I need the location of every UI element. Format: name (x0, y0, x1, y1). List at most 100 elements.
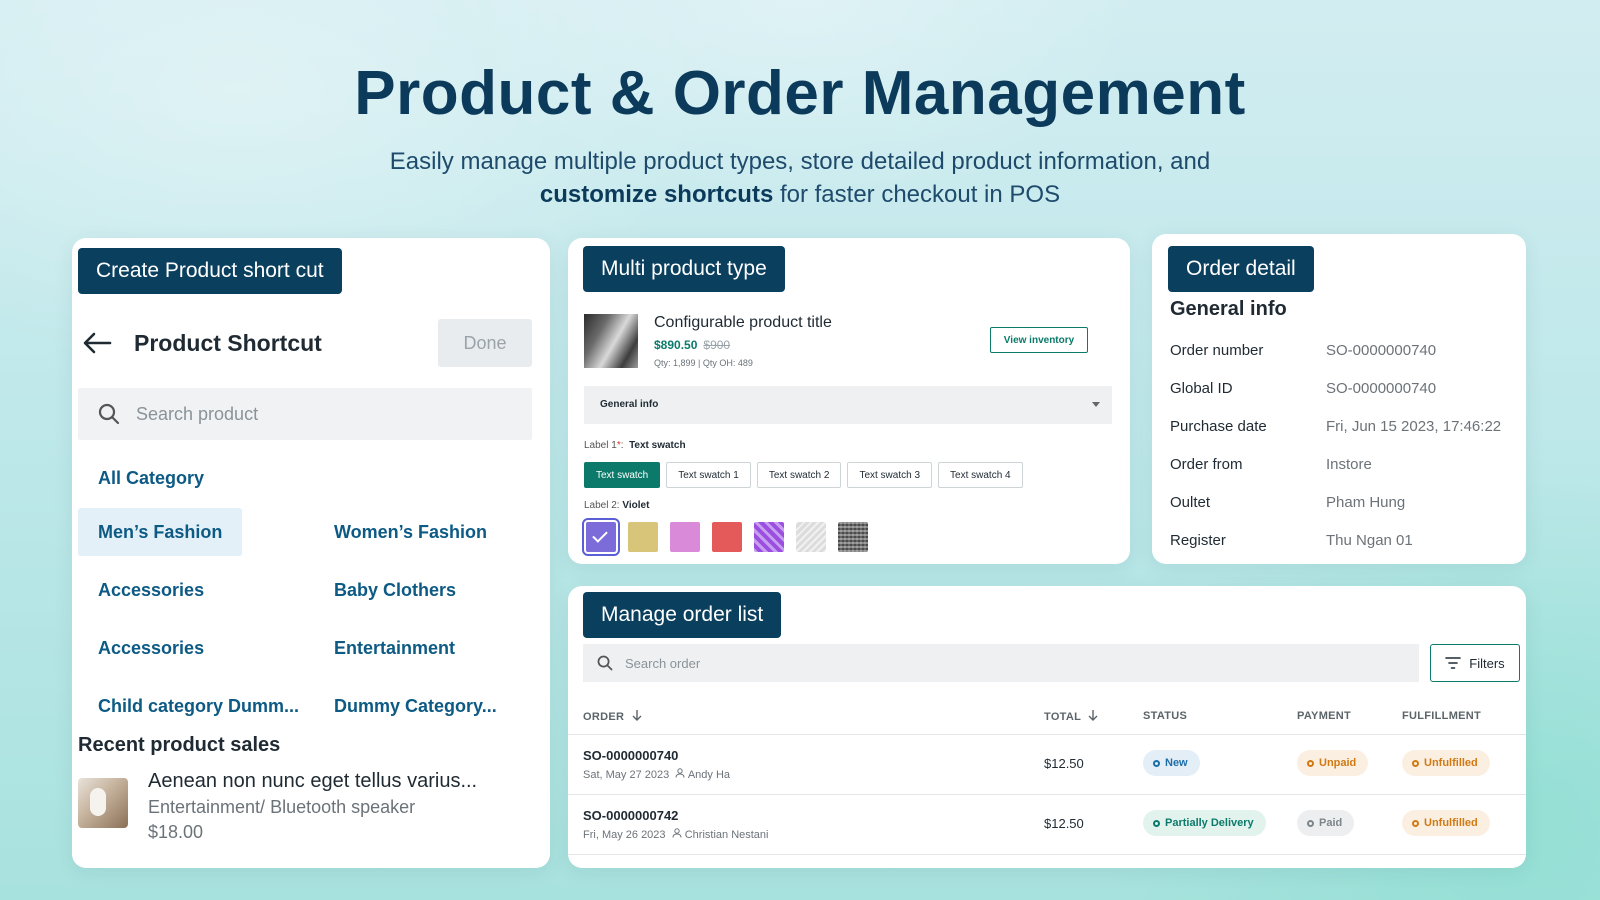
order-user: Andy Ha (687, 769, 731, 781)
create-shortcut-tag: Create Product short cut (78, 248, 342, 294)
category-accessories-2[interactable]: Accessories (78, 624, 224, 672)
th-fulfillment: FULFILLMENT (1402, 710, 1482, 722)
order-meta: Fri, May 26 2023 Christian Nestani (583, 828, 769, 841)
multi-product-tag: Multi product type (583, 246, 785, 292)
color-swatch-silver[interactable] (796, 522, 826, 552)
text-swatch-4[interactable]: Text swatch 4 (938, 462, 1023, 488)
od-value: SO-0000000740 (1326, 380, 1437, 397)
category-accessories[interactable]: Accessories (78, 566, 224, 614)
recent-product-item[interactable]: Aenean non nunc eget tellus varius... En… (78, 770, 540, 850)
payment-text: Paid (1319, 817, 1343, 829)
text-swatch-2[interactable]: Text swatch 2 (756, 462, 842, 488)
user-icon (672, 828, 682, 838)
label2-value: Violet (622, 500, 650, 511)
arrow-down-icon (632, 710, 642, 721)
color-swatch-khaki[interactable] (628, 522, 658, 552)
order-date: Fri, May 26 2023 (583, 829, 666, 841)
text-swatch-1[interactable]: Text swatch 1 (666, 462, 751, 488)
row-divider (568, 734, 1526, 735)
order-id[interactable]: SO-0000000742 (583, 808, 678, 823)
filter-icon (1445, 657, 1462, 669)
hero: Product & Order Management Easily manage… (0, 58, 1600, 211)
color-swatch-red[interactable] (712, 522, 742, 552)
fulfillment-text: Unfulfilled (1424, 817, 1478, 829)
status-dot-icon (1307, 760, 1314, 767)
od-row-order-from: Order from Instore (1170, 456, 1510, 473)
row-divider (568, 794, 1526, 795)
status-text: New (1165, 757, 1188, 769)
status-dot-icon (1412, 760, 1419, 767)
label1: Label 1*: Text swatch (584, 440, 686, 451)
od-value: Thu Ngan 01 (1326, 532, 1413, 549)
order-search-box (583, 644, 1419, 682)
status-dot-icon (1153, 820, 1160, 827)
product-current-price: $890.50 (654, 338, 698, 352)
subtitle-rest: for faster checkout in POS (773, 181, 1061, 208)
status-dot-icon (1412, 820, 1419, 827)
text-swatch-row: Text swatch Text swatch 1 Text swatch 2 … (584, 462, 1023, 488)
label1-value: Text swatch (629, 440, 686, 451)
status-dot-icon (1153, 760, 1160, 767)
text-swatch-3[interactable]: Text swatch 3 (847, 462, 933, 488)
product-search-input[interactable] (136, 403, 436, 425)
od-row-global-id: Global ID SO-0000000740 (1170, 380, 1510, 397)
label1-required: * (616, 440, 621, 451)
filters-button[interactable]: Filters (1430, 644, 1520, 682)
back-arrow-icon[interactable] (82, 331, 112, 355)
shortcut-title: Product Shortcut (134, 329, 322, 356)
th-payment: PAYMENT (1297, 710, 1352, 722)
row-divider (568, 854, 1526, 855)
order-general-info-title: General info (1170, 298, 1287, 320)
order-date: Sat, May 27 2023 (583, 769, 670, 781)
od-key: Purchase date (1170, 418, 1267, 435)
shortcut-header: Product Shortcut Done (80, 318, 532, 368)
order-detail-card: Order detail General info Order number S… (1152, 234, 1526, 564)
order-search-input[interactable] (625, 655, 1025, 671)
recent-product-price: $18.00 (148, 822, 204, 842)
color-swatch-gray-pattern[interactable] (838, 522, 868, 552)
color-swatch-purple-pattern[interactable] (754, 522, 784, 552)
text-swatch-0[interactable]: Text swatch (584, 462, 661, 488)
od-key: Order number (1170, 342, 1264, 359)
product-shortcut-card: Create Product short cut Product Shortcu… (72, 238, 550, 868)
label2-name: Label 2: (584, 500, 620, 511)
product-qty: Qty: 1,899 | Qty OH: 489 (654, 358, 753, 368)
od-key: Order from (1170, 456, 1243, 473)
od-value: Fri, Jun 15 2023, 17:46:22 (1326, 418, 1502, 435)
status-text: Partially Delivery (1165, 817, 1254, 829)
recent-product-category: Entertainment/ Bluetooth speaker (148, 797, 416, 817)
fulfillment-badge: Unfulfilled (1402, 750, 1490, 776)
th-total[interactable]: TOTAL (1044, 710, 1098, 723)
category-womens-fashion[interactable]: Women’s Fashion (314, 508, 507, 556)
color-swatch-pink[interactable] (670, 522, 700, 552)
category-dummy[interactable]: Dummy Category... (314, 682, 517, 730)
od-row-order-number: Order number SO-0000000740 (1170, 342, 1510, 359)
order-id[interactable]: SO-0000000740 (583, 748, 678, 763)
category-mens-fashion[interactable]: Men’s Fashion (78, 508, 243, 556)
done-button[interactable]: Done (438, 319, 532, 367)
od-value: Instore (1326, 456, 1372, 473)
view-inventory-button[interactable]: View inventory (990, 327, 1088, 353)
od-key: Oultet (1170, 494, 1211, 511)
color-swatch-violet[interactable] (582, 518, 620, 556)
category-baby-clothers[interactable]: Baby Clothers (314, 566, 476, 614)
category-child-dummy[interactable]: Child category Dumm... (78, 682, 319, 730)
subtitle-line1: Easily manage multiple product types, st… (389, 148, 1211, 175)
product-price: $890.50 $900 (654, 338, 730, 352)
general-info-label: General info (600, 399, 659, 410)
od-row-register: Register Thu Ngan 01 (1170, 532, 1510, 549)
th-order[interactable]: ORDER (583, 710, 642, 723)
user-icon (675, 768, 685, 778)
category-entertainment[interactable]: Entertainment (314, 624, 475, 672)
od-row-outlet: Oultet Pham Hung (1170, 494, 1510, 511)
order-list-card: Manage order list Filters ORDER TOTAL ST… (568, 586, 1526, 868)
status-badge: Partially Delivery (1143, 810, 1266, 836)
status-dot-icon (1307, 820, 1314, 827)
order-total: $12.50 (1044, 816, 1084, 831)
product-thumbnail (78, 778, 128, 828)
order-list-tag: Manage order list (583, 592, 782, 638)
product-title: Configurable product title (654, 314, 832, 331)
category-all[interactable]: All Category (78, 454, 224, 502)
fulfillment-badge: Unfulfilled (1402, 810, 1490, 836)
general-info-dropdown[interactable]: General info (584, 386, 1112, 424)
